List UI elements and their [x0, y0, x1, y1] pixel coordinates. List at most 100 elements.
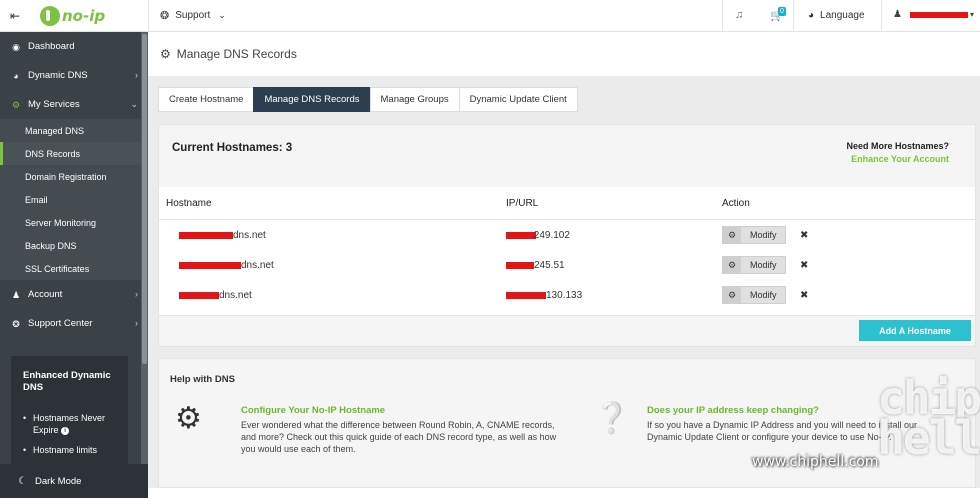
sidebar-item-ssl-certificates[interactable]: SSL Certificates	[0, 257, 148, 280]
table-row: dns.net 130.133 ⚙ Modify ✖	[159, 280, 975, 310]
sidebar-item-account[interactable]: ♟ Account ›	[0, 280, 148, 309]
help-with-dns-card: Help with DNS ⚙ Configure Your No-IP Hos…	[158, 358, 976, 488]
user-account-menu[interactable]: ♟ ▾	[893, 9, 974, 20]
chevron-right-icon: ›	[135, 318, 138, 328]
globe-icon: ◕	[13, 70, 19, 81]
redacted-text	[506, 292, 546, 299]
action-cell: ⚙ Modify ✖	[722, 226, 975, 244]
sidebar-item-support-center[interactable]: ❂ Support Center ›	[0, 309, 148, 338]
support-label: Support	[175, 10, 211, 21]
ip-text: .249.102	[531, 229, 570, 241]
sidebar-item-label: Dashboard	[28, 41, 75, 52]
chevron-right-icon: ›	[135, 70, 138, 80]
table-row: dns.net .249.102 ⚙ Modify ✖	[159, 220, 975, 250]
modify-button[interactable]: ⚙ Modify	[722, 286, 786, 304]
sidebar-item-label: My Services	[28, 99, 80, 110]
sidebar-item-dashboard[interactable]: ◉ Dashboard	[0, 32, 148, 61]
dashboard-icon: ◉	[12, 41, 20, 52]
hostname-cell[interactable]: dns.net	[159, 260, 500, 271]
support-dropdown[interactable]: ❂ Support ⌄	[160, 9, 226, 22]
sidebar-item-backup-dns[interactable]: Backup DNS	[0, 234, 148, 257]
divider	[793, 0, 794, 32]
logo-bar: ⇤ no-ip	[0, 0, 148, 32]
chevron-down-icon: ⌄	[130, 99, 138, 109]
gear-icon: ⚙	[160, 47, 171, 61]
question-circle-icon: ❔	[593, 402, 631, 435]
tab-dynamic-update-client[interactable]: Dynamic Update Client	[458, 87, 578, 112]
gear-icon: ⚙	[723, 227, 741, 243]
action-cell: ⚙ Modify ✖	[722, 286, 975, 304]
hostname-text: dns.net	[219, 289, 252, 301]
collapse-sidebar-icon[interactable]: ⇤	[10, 9, 26, 23]
column-header-hostname: Hostname	[166, 197, 212, 209]
tab-manage-groups[interactable]: Manage Groups	[369, 87, 459, 112]
lifebuoy-icon: ❂	[160, 10, 170, 22]
table-header: Hostname IP/URL Action	[159, 187, 975, 220]
sidebar-item-dynamic-dns[interactable]: ◕ Dynamic DNS ›	[0, 61, 148, 90]
need-more-hostnames-text: Need More Hostnames?	[846, 141, 949, 151]
sidebar-scrollbar[interactable]	[141, 32, 148, 466]
enhanced-dns-promo: Enhanced Dynamic DNS Hostnames Never Exp…	[11, 356, 128, 464]
help-title: Help with DNS	[170, 374, 235, 385]
promo-bullet-text: Hostname limits	[33, 445, 98, 455]
ip-cell: 130.133	[500, 290, 722, 301]
ip-text: 130.133	[546, 289, 583, 301]
promo-bullet-text: Hostnames Never Expire	[33, 413, 106, 435]
ip-text: 245.51	[534, 259, 565, 271]
promo-list: Hostnames Never Expire i Hostname limits	[23, 412, 116, 456]
dark-mode-toggle[interactable]: ☾ Dark Mode	[0, 464, 148, 498]
delete-icon[interactable]: ✖	[800, 260, 808, 271]
help-text-ip-changing: If so you have a Dynamic IP Address and …	[647, 420, 917, 442]
tab-create-hostname[interactable]: Create Hostname	[158, 87, 254, 112]
chevron-down-icon: ⌄	[218, 10, 226, 20]
hostname-count: Current Hostnames: 3	[172, 142, 293, 154]
language-selector[interactable]: ◕ Language	[808, 10, 865, 21]
noip-logo-mark-icon	[40, 5, 60, 26]
modify-button[interactable]: ⚙ Modify	[722, 256, 786, 274]
info-icon[interactable]: i	[61, 426, 70, 435]
tab-manage-dns-records[interactable]: Manage DNS Records	[253, 87, 370, 112]
delete-icon[interactable]: ✖	[800, 230, 808, 241]
bell-icon[interactable]: ♫	[735, 9, 743, 21]
sidebar-item-domain-registration[interactable]: Domain Registration	[0, 165, 148, 188]
gear-icon: ⚙	[11, 99, 21, 110]
dns-tabs: Create Hostname Manage DNS Records Manag…	[158, 87, 578, 112]
add-hostname-button[interactable]: Add A Hostname	[859, 320, 971, 341]
sidebar-item-server-monitoring[interactable]: Server Monitoring	[0, 211, 148, 234]
modify-label: Modify	[750, 290, 777, 300]
column-header-ip: IP/URL	[506, 197, 539, 209]
redacted-text	[179, 262, 241, 269]
lifebuoy-icon: ❂	[12, 318, 20, 329]
sidebar-item-dns-records[interactable]: DNS Records	[0, 142, 148, 165]
delete-icon[interactable]: ✖	[800, 290, 808, 301]
chevron-right-icon: ›	[135, 289, 138, 299]
hostname-text: dns.net	[233, 229, 266, 241]
hostname-cell[interactable]: dns.net	[159, 290, 500, 301]
modify-label: Modify	[750, 260, 777, 270]
sidebar-item-my-services[interactable]: ⚙ My Services ⌄	[0, 90, 148, 119]
sidebar-item-label: Account	[28, 289, 63, 300]
page-bottom	[148, 488, 980, 498]
divider	[881, 0, 882, 32]
sidebar-item-managed-dns[interactable]: Managed DNS	[0, 119, 148, 142]
globe-icon: ◕	[808, 10, 815, 21]
sidebar-item-email[interactable]: Email	[0, 188, 148, 211]
help-heading-ip-changing[interactable]: Does your IP address keep changing?	[647, 405, 819, 416]
page-header: ⚙ Manage DNS Records	[148, 32, 980, 76]
divider	[722, 0, 723, 32]
hostnames-card: Current Hostnames: 3 Need More Hostnames…	[158, 124, 976, 347]
promo-bullet: Hostnames Never Expire i	[23, 412, 116, 436]
noip-logo[interactable]: no-ip	[40, 5, 106, 26]
modify-button[interactable]: ⚙ Modify	[722, 226, 786, 244]
user-icon: ♟	[11, 289, 21, 300]
logo-text: no-ip	[62, 6, 106, 25]
help-heading-configure[interactable]: Configure Your No-IP Hostname	[241, 405, 385, 416]
scrollbar-thumb[interactable]	[142, 34, 147, 364]
redacted-username	[909, 11, 968, 18]
modify-label: Modify	[750, 230, 777, 240]
hostname-cell[interactable]: dns.net	[159, 230, 500, 241]
enhance-account-link[interactable]: Enhance Your Account	[851, 154, 949, 164]
promo-bullet: Hostname limits	[23, 444, 116, 456]
divider	[148, 0, 149, 32]
cart-count-badge: 0	[778, 7, 786, 16]
